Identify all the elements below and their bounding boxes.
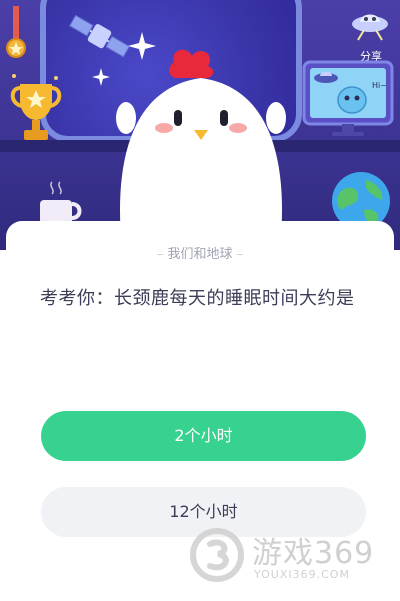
category-dash-left: –: [156, 247, 164, 262]
watermark-logo-icon: [190, 528, 244, 582]
category-header: – 我们和地球 –: [6, 243, 394, 262]
header-illustration: 分享 Hi~: [0, 0, 400, 250]
watermark: 游戏369 YOUXI369.COM: [188, 524, 398, 588]
monitor-robot-illustration: Hi~: [302, 60, 394, 136]
question-text: 考考你：长颈鹿每天的睡眠时间大约是: [40, 288, 355, 309]
chick-mascot: [116, 49, 286, 248]
mug-icon: [40, 181, 82, 224]
monitor-speech: Hi~: [372, 81, 387, 90]
share-button[interactable]: 分享: [344, 6, 392, 63]
category-label: 我们和地球: [167, 247, 233, 262]
medal-icon: [6, 6, 26, 58]
trophy-icon: [10, 74, 62, 140]
watermark-brand: 游戏369: [252, 536, 375, 571]
ufo-icon: [352, 14, 388, 41]
watermark-url: YOUXI369.COM: [254, 568, 350, 581]
answer-option-1[interactable]: 2个小时: [41, 411, 366, 461]
category-dash-right: –: [236, 247, 244, 262]
